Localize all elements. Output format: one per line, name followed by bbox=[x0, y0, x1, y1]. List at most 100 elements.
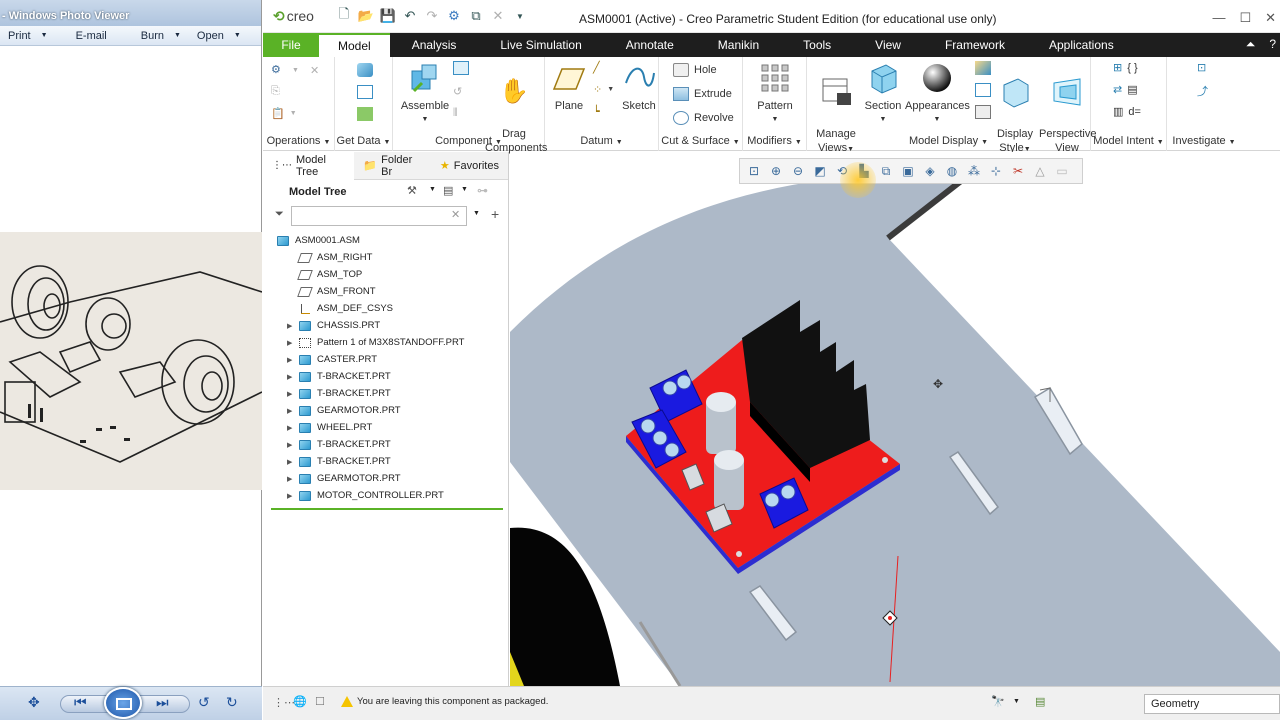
tree-item[interactable]: ▶ T-BRACKET.PRT bbox=[263, 385, 509, 402]
selection-filter-select[interactable]: Geometry bbox=[1144, 694, 1280, 714]
tab-view[interactable]: View bbox=[853, 33, 923, 57]
graphics-window[interactable]: ✥ ⊡ ⊕ ⊖ ◩ ⟲ ▙ ⧉ ▣ ◈ ◍ ⁂ ⊹ ✂ △ ▭ bbox=[510, 152, 1280, 686]
redo-icon[interactable]: ↷ bbox=[422, 8, 442, 24]
layers-icon[interactable] bbox=[975, 105, 991, 119]
smart-select-icon[interactable]: ▤ bbox=[1035, 695, 1045, 708]
save-icon[interactable]: 💾 bbox=[378, 8, 398, 24]
zoom-out-icon[interactable]: ⊖ bbox=[788, 161, 808, 181]
actual-size-icon[interactable]: ✥ bbox=[28, 694, 40, 711]
extrude-button[interactable]: Extrude bbox=[673, 87, 732, 101]
cancel-icon[interactable]: ✕ bbox=[310, 64, 319, 77]
expand-icon[interactable]: ▶ bbox=[287, 407, 297, 415]
tree-item[interactable]: ▶ CASTER.PRT bbox=[263, 351, 509, 368]
tree-item[interactable]: ▶ GEARMOTOR.PRT bbox=[263, 470, 509, 487]
repaint-icon[interactable]: ◩ bbox=[810, 161, 830, 181]
windows-icon[interactable]: ⧉ bbox=[466, 8, 486, 24]
hole-button[interactable]: Hole bbox=[673, 63, 717, 77]
tab-framework[interactable]: Framework bbox=[923, 33, 1027, 57]
tab-applications[interactable]: Applications bbox=[1027, 33, 1136, 57]
repeat-icon[interactable]: ↺ bbox=[453, 85, 462, 98]
fullscreen-icon[interactable]: ☐ bbox=[315, 695, 325, 708]
refit-icon[interactable]: ⊡ bbox=[744, 161, 764, 181]
tree-item[interactable]: ▶ T-BRACKET.PRT bbox=[263, 368, 509, 385]
tree-item[interactable]: ▶ MOTOR_CONTROLLER.PRT bbox=[263, 487, 509, 504]
maximize-icon[interactable]: ☐ bbox=[1239, 10, 1251, 26]
tree-item[interactable]: ▶ASM0001.ASM bbox=[263, 232, 509, 249]
tab-analysis[interactable]: Analysis bbox=[390, 33, 479, 57]
find-icon[interactable]: 🔭 bbox=[991, 695, 1005, 708]
tab-manikin[interactable]: Manikin bbox=[696, 33, 781, 57]
tree-item[interactable]: ▶ T-BRACKET.PRT bbox=[263, 453, 509, 470]
expand-icon[interactable]: ▶ bbox=[287, 492, 297, 500]
sketch-button[interactable]: Sketch bbox=[619, 61, 659, 113]
reference-viewer-icon[interactable]: ⤴ bbox=[1197, 83, 1208, 99]
get-data-label[interactable]: Get Data ▼ bbox=[335, 135, 392, 147]
model-display-label[interactable]: Model Display ▼ bbox=[807, 135, 1090, 147]
tree-options-icon[interactable]: ⊶ bbox=[477, 184, 488, 197]
menu-open[interactable]: Open ▼ bbox=[189, 30, 249, 42]
rotate-left-icon[interactable]: ↺ bbox=[198, 694, 210, 711]
tab-favorites[interactable]: ★ Favorites bbox=[431, 152, 508, 180]
revolve-button[interactable]: Revolve bbox=[673, 111, 734, 125]
copy-icon[interactable]: ⎘ bbox=[271, 85, 280, 98]
switch-dimensions-icon[interactable]: ⇄ ▤ bbox=[1113, 83, 1138, 96]
menu-burn[interactable]: Burn ▼ bbox=[115, 30, 189, 42]
coordinate-system-icon[interactable]: ┕ bbox=[593, 105, 600, 118]
mirror-component-icon[interactable]: ⫴ bbox=[453, 107, 458, 120]
operations-label[interactable]: Operations ▼ bbox=[263, 135, 334, 147]
expand-icon[interactable]: ▶ bbox=[287, 322, 297, 330]
tree-search-input[interactable] bbox=[291, 206, 467, 226]
tab-model[interactable]: Model bbox=[319, 33, 390, 57]
tree-item[interactable]: ▶ Pattern 1 of M3X8STANDOFF.PRT bbox=[263, 334, 509, 351]
create-component-icon[interactable] bbox=[453, 61, 469, 75]
tab-tools[interactable]: Tools bbox=[781, 33, 853, 57]
expand-icon[interactable]: ▶ bbox=[287, 339, 297, 347]
axis-icon[interactable]: ╱ bbox=[593, 61, 600, 74]
spin-center-icon[interactable]: ⊹ bbox=[986, 161, 1006, 181]
regenerate-icon[interactable]: ⚙ bbox=[444, 8, 464, 24]
annotation-display-icon[interactable]: ◍ bbox=[942, 161, 962, 181]
plane-button[interactable]: Plane bbox=[551, 61, 587, 113]
datum-label[interactable]: Datum ▼ bbox=[545, 135, 658, 147]
tree-item[interactable]: ▶ GEARMOTOR.PRT bbox=[263, 402, 509, 419]
expand-icon[interactable]: ▶ bbox=[287, 356, 297, 364]
component-label[interactable]: Component ▼ bbox=[393, 135, 544, 147]
annotation-icon[interactable]: △ bbox=[1030, 161, 1050, 181]
tab-model-tree[interactable]: ⋮⋯ Model Tree bbox=[263, 151, 355, 180]
show-icon[interactable]: ▤ bbox=[443, 184, 453, 197]
expand-icon[interactable]: ▶ bbox=[287, 390, 297, 398]
tree-item[interactable]: ▶ASM_FRONT bbox=[263, 283, 509, 300]
pattern-button[interactable]: Pattern ▼ bbox=[751, 61, 799, 127]
tab-folder-browser[interactable]: 📁 Folder Br bbox=[354, 152, 430, 180]
qat-customize-icon[interactable]: ▼ bbox=[510, 8, 530, 24]
render-icon[interactable] bbox=[975, 83, 991, 97]
model-intent-label[interactable]: Model Intent ▼ bbox=[1091, 135, 1166, 147]
paste-icon[interactable]: 📋 bbox=[271, 107, 285, 120]
point-icon[interactable]: ⁘ ▼ bbox=[593, 83, 614, 96]
view-manager-icon[interactable]: ⧉ bbox=[876, 161, 896, 181]
clipping-icon[interactable]: ✂ bbox=[1008, 161, 1028, 181]
previous-icon[interactable]: ⏮ bbox=[74, 694, 87, 711]
model-viewport[interactable]: ✥ bbox=[510, 152, 1280, 686]
next-icon[interactable]: ⏭ bbox=[156, 694, 169, 711]
undo-icon[interactable]: ↶ bbox=[400, 8, 420, 24]
display-style-small-icon[interactable]: ◈ bbox=[920, 161, 940, 181]
investigate-icon[interactable]: ⊡ bbox=[1197, 61, 1206, 74]
scenes-icon[interactable] bbox=[975, 61, 991, 75]
rotate-right-icon[interactable]: ↻ bbox=[226, 694, 238, 711]
chevron-down-icon[interactable]: ▼ bbox=[473, 210, 480, 217]
expand-icon[interactable]: ▶ bbox=[287, 475, 297, 483]
section-button[interactable]: Section ▼ bbox=[861, 61, 905, 127]
menu-email[interactable]: E-mail bbox=[56, 30, 115, 42]
chevron-down-icon[interactable]: ▼ bbox=[429, 186, 436, 193]
tree-item[interactable]: ▶ WHEEL.PRT bbox=[263, 419, 509, 436]
tab-annotate[interactable]: Annotate bbox=[604, 33, 696, 57]
new-file-icon[interactable]: 🗋 bbox=[334, 6, 354, 24]
filter-icon[interactable]: ⏷ bbox=[275, 208, 284, 221]
datum-display-icon[interactable]: ⁂ bbox=[964, 161, 984, 181]
slideshow-button[interactable] bbox=[104, 687, 142, 719]
navigator-toggle-icon[interactable]: ⋮⋯ bbox=[273, 696, 295, 709]
cut-surface-label[interactable]: Cut & Surface ▼ bbox=[659, 135, 742, 147]
collapse-ribbon-icon[interactable]: ⏶ bbox=[1246, 37, 1256, 52]
close-window-icon[interactable]: ✕ bbox=[488, 8, 508, 24]
